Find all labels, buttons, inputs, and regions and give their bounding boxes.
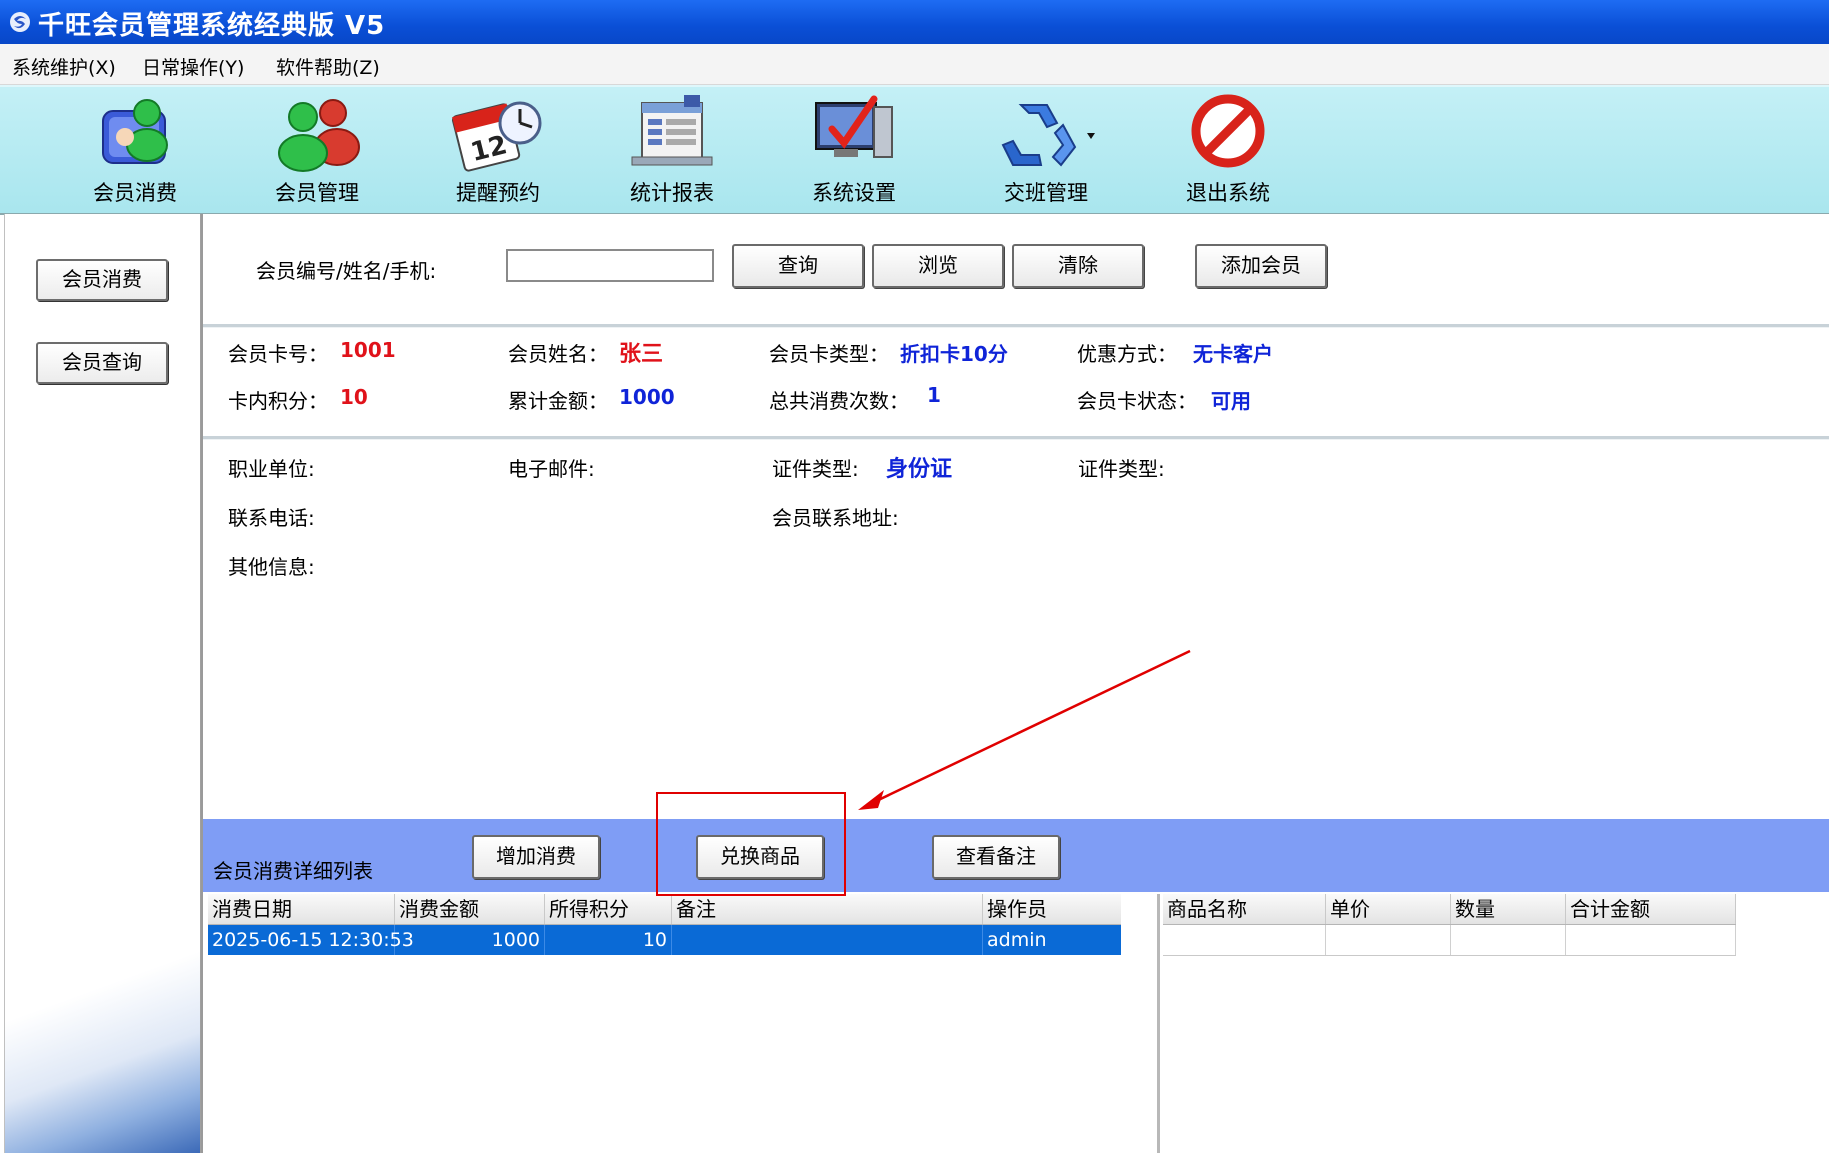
add-member-button[interactable]: 添加会员	[1195, 244, 1327, 288]
cell-operator: admin	[987, 929, 1047, 951]
card-no-label: 会员卡号：	[228, 342, 328, 366]
consume-table-header: 消费日期 消费金额 所得积分 备注 操作员	[208, 894, 1121, 925]
goods-table-header: 商品名称 单价 数量 合计金额	[1163, 894, 1736, 925]
toolbar-settings-button[interactable]: 系统设置	[784, 93, 924, 205]
empty-cell	[1163, 925, 1326, 955]
other-info-label: 其他信息:	[228, 555, 315, 579]
sidebar-member-consume-button[interactable]: 会员消费	[36, 259, 168, 301]
toolbar-label: 退出系统	[1186, 181, 1270, 205]
points-value: 10	[340, 385, 368, 409]
exit-icon	[1158, 93, 1298, 173]
column-header[interactable]: 操作员	[983, 894, 1121, 924]
id-type-value: 身份证	[886, 457, 953, 482]
discount-label: 优惠方式：	[1077, 342, 1177, 366]
toolbar-label: 统计报表	[630, 181, 714, 205]
app-icon	[8, 10, 32, 34]
menu-software-help[interactable]: 软件帮助(Z)	[276, 53, 380, 80]
toolbar-label: 会员管理	[275, 181, 359, 205]
menu-bar: 系统维护(X) 日常操作(Y) 软件帮助(Z)	[0, 44, 1829, 85]
email-label: 电子邮件:	[508, 457, 595, 481]
settings-monitor-icon	[784, 93, 924, 173]
cell-points: 10	[545, 925, 672, 955]
toolbar-label: 交班管理	[1004, 181, 1088, 205]
detail-list-title: 会员消费详细列表	[213, 859, 373, 883]
cell-amount: 1000	[395, 925, 545, 955]
total-amount-label: 累计金额：	[508, 389, 608, 413]
table-row[interactable]: 2025-06-15 12:30:53 1000 10 admin	[208, 925, 1121, 955]
total-amount-value: 1000	[619, 385, 675, 409]
cell-date: 2025-06-15 12:30:53	[208, 925, 414, 955]
column-header[interactable]: 消费金额	[395, 894, 545, 924]
card-no-value: 1001	[340, 338, 396, 362]
card-status-label: 会员卡状态：	[1077, 389, 1197, 413]
toolbar-report-button[interactable]: 统计报表	[602, 93, 742, 205]
column-header[interactable]: 备注	[672, 894, 983, 924]
empty-cell	[1566, 925, 1736, 955]
exchange-goods-button[interactable]: 兑换商品	[696, 835, 824, 879]
left-panel: 会员消费 会员查询	[4, 214, 202, 1153]
search-label: 会员编号/姓名/手机:	[256, 259, 437, 283]
recycle-icon	[976, 93, 1116, 173]
toolbar: 会员消费 会员管理 12 提醒预约 统计报表 系统设置 交班管理 退出系统	[0, 85, 1829, 215]
column-header[interactable]: 所得积分	[545, 894, 672, 924]
id-type-label: 证件类型:	[772, 457, 859, 481]
toolbar-label: 提醒预约	[456, 181, 540, 205]
empty-cell	[1451, 925, 1566, 955]
report-icon	[602, 93, 742, 173]
empty-cell	[1326, 925, 1451, 955]
member-manage-icon	[247, 93, 387, 173]
toolbar-reminder-button[interactable]: 12 提醒预约	[428, 93, 568, 205]
column-header[interactable]: 商品名称	[1163, 894, 1326, 924]
window-title: 千旺会员管理系统经典版 V5	[38, 11, 386, 41]
column-header[interactable]: 单价	[1326, 894, 1451, 924]
calendar-clock-icon: 12	[428, 93, 568, 173]
card-type-value: 折扣卡10分	[900, 342, 1008, 366]
card-type-label: 会员卡类型：	[769, 342, 889, 366]
card-status-value: 可用	[1211, 389, 1251, 413]
work-unit-label: 职业单位:	[228, 457, 315, 481]
browse-button[interactable]: 浏览	[872, 244, 1004, 288]
toolbar-shift-button[interactable]: 交班管理	[976, 93, 1116, 205]
table-splitter[interactable]	[1157, 894, 1160, 1153]
consume-count-label: 总共消费次数：	[769, 389, 909, 413]
divider	[203, 436, 1829, 440]
add-consume-button[interactable]: 增加消费	[472, 835, 600, 879]
query-button[interactable]: 查询	[732, 244, 864, 288]
sidebar-member-query-button[interactable]: 会员查询	[36, 342, 168, 384]
address-label: 会员联系地址:	[772, 506, 899, 530]
member-name-label: 会员姓名：	[508, 342, 608, 366]
consume-count-value: 1	[927, 383, 941, 407]
discount-value: 无卡客户	[1193, 342, 1273, 366]
id-type-label-2: 证件类型:	[1078, 457, 1165, 481]
member-consume-icon	[65, 93, 205, 173]
main-panel: 会员编号/姓名/手机: 查询 浏览 清除 添加会员 会员卡号： 1001 会员姓…	[201, 214, 1829, 1153]
member-name-value: 张三	[619, 342, 664, 367]
column-header[interactable]: 合计金额	[1566, 894, 1736, 924]
column-header[interactable]: 数量	[1451, 894, 1566, 924]
phone-label: 联系电话:	[228, 506, 315, 530]
toolbar-member-manage-button[interactable]: 会员管理	[247, 93, 387, 205]
clear-button[interactable]: 清除	[1012, 244, 1144, 288]
view-note-button[interactable]: 查看备注	[932, 835, 1060, 879]
toolbar-member-consume-button[interactable]: 会员消费	[65, 93, 205, 205]
cell-note	[672, 925, 983, 955]
toolbar-label: 会员消费	[93, 181, 177, 205]
title-bar: 千旺会员管理系统经典版 V5	[0, 0, 1829, 44]
search-input[interactable]	[506, 249, 714, 282]
toolbar-label: 系统设置	[812, 181, 896, 205]
toolbar-exit-button[interactable]: 退出系统	[1158, 93, 1298, 205]
menu-system-maintenance[interactable]: 系统维护(X)	[12, 53, 116, 80]
consume-detail-bar: 会员消费详细列表 增加消费 兑换商品 查看备注	[203, 819, 1829, 892]
points-label: 卡内积分：	[228, 389, 328, 413]
column-header[interactable]: 消费日期	[208, 894, 395, 924]
divider	[203, 324, 1829, 328]
table-row[interactable]	[1163, 925, 1736, 956]
menu-daily-operation[interactable]: 日常操作(Y)	[142, 53, 244, 80]
